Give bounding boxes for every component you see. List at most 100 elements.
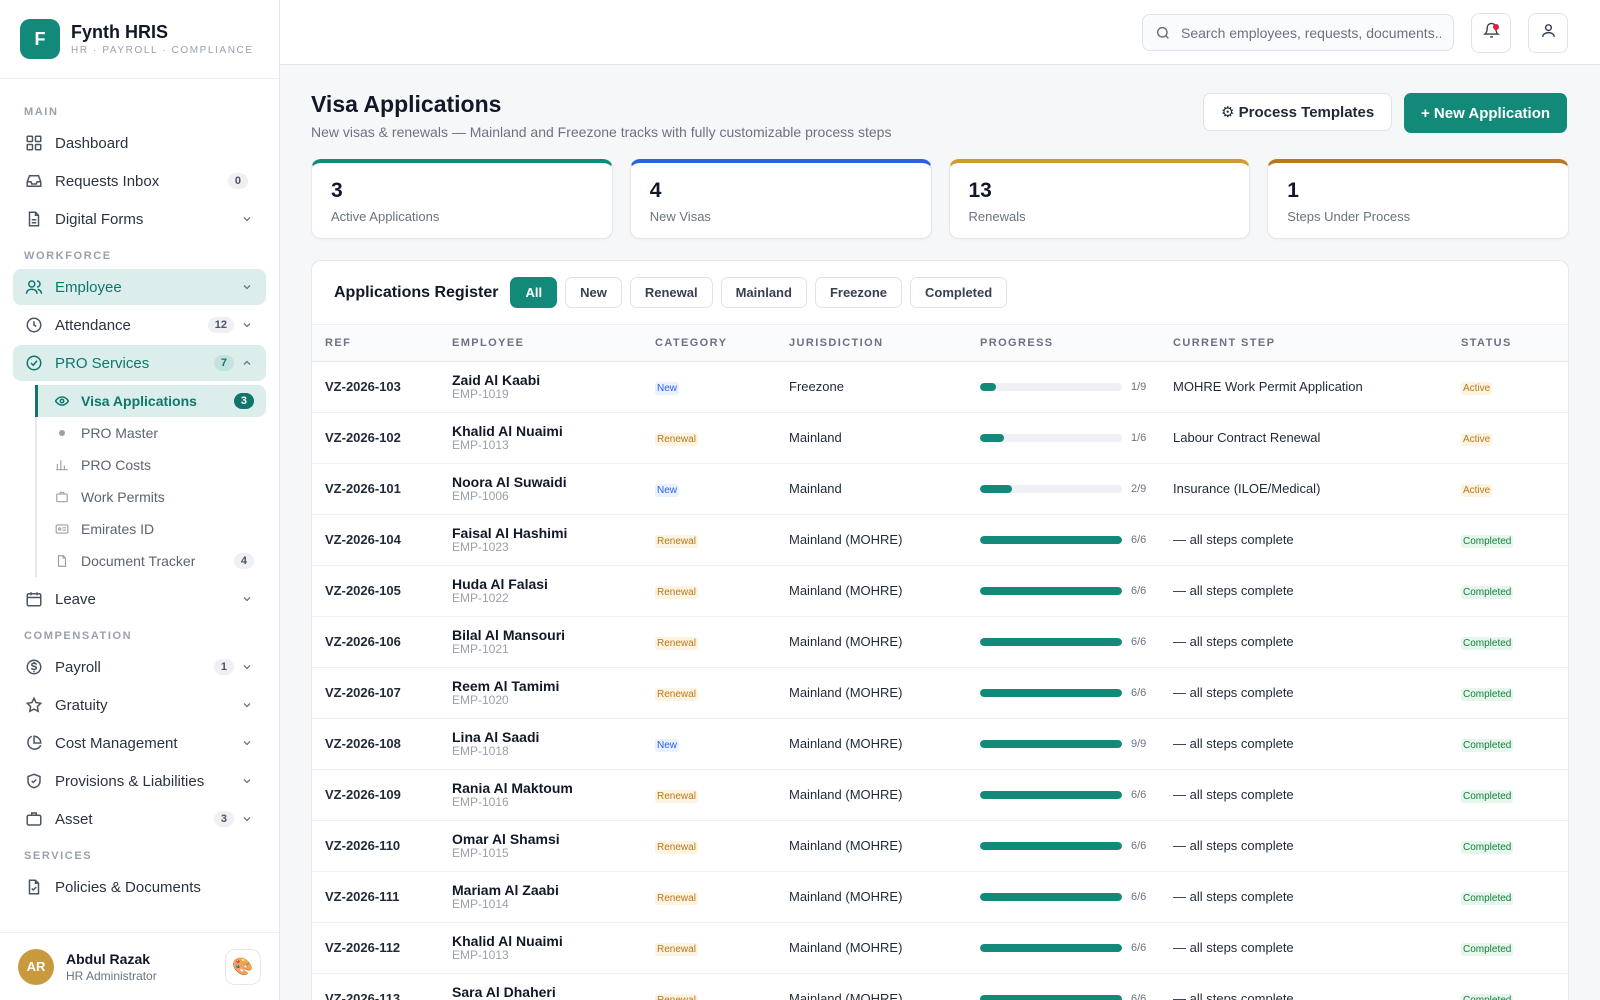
sidebar-item-cost-management[interactable]: Cost Management [13,725,266,761]
sidebar-item-requests-inbox[interactable]: Requests Inbox 0 [13,163,266,199]
table-row[interactable]: VZ-2026-110 Omar Al Shamsi EMP-1015 Renewal… [312,820,1568,872]
sidebar-subitem-pro-master[interactable]: PRO Master [37,417,266,449]
progress-fill [980,586,1122,595]
profile-button[interactable] [1528,13,1568,53]
brand[interactable]: F Fynth HRIS HR · PAYROLL · COMPLIANCE [0,0,279,79]
employee-name[interactable]: Bilal Al Mansouri [452,627,655,643]
status-badge: Active [1461,382,1493,395]
subitem-label: Document Tracker [81,553,196,569]
table-row[interactable]: VZ-2026-105 Huda Al Falasi EMP-1022 Renewal… [312,565,1568,617]
process-templates-button[interactable]: ⚙ Process Templates [1203,93,1393,131]
sidebar-item-digital-forms[interactable]: Digital Forms [13,201,266,237]
sidebar-nav: MAIN Dashboard Requests Inbox 0 Digital … [0,79,279,905]
col-ref[interactable]: REF [312,325,452,362]
table-row[interactable]: VZ-2026-107 Reem Al Tamimi EMP-1020 Renewal… [312,667,1568,719]
employee-id: EMP-1015 [452,845,509,860]
sidebar-item-policies-documents[interactable]: Policies & Documents [13,869,266,905]
col-employee[interactable]: EMPLOYEE [452,325,655,362]
stat-label: Steps Under Process [1287,209,1411,224]
employee-name[interactable]: Lina Al Saadi [452,729,655,745]
sidebar-subitem-document-tracker[interactable]: Document Tracker 4 [37,545,266,577]
sidebar-subitem-emirates-id[interactable]: Emirates ID [37,513,266,545]
table-row[interactable]: VZ-2026-109 Rania Al Maktoum EMP-1016 Renew… [312,769,1568,821]
filter-all[interactable]: All [510,277,558,308]
chevron-up-icon [240,356,254,370]
sidebar-item-payroll[interactable]: Payroll 1 [13,649,266,685]
cell-status: Completed [1461,922,1568,974]
page-title: Visa Applications [311,91,502,117]
employee-name[interactable]: Noora Al Suwaidi [452,474,655,490]
employee-name[interactable]: Khalid Al Nuaimi [452,933,655,949]
cell-ref: VZ-2026-112 [312,922,452,974]
progress-fill [980,637,1122,646]
table-row[interactable]: VZ-2026-108 Lina Al Saadi EMP-1018 New Mainl… [312,718,1568,770]
pro-services-subnav: Visa Applications 3 PRO Master PRO Costs… [35,385,266,577]
sidebar-item-provisions-liabilities[interactable]: Provisions & Liabilities [13,763,266,799]
cell-current-step: — all steps complete [1173,820,1461,872]
table-row[interactable]: VZ-2026-101 Noora Al Suwaidi EMP-1006 New Ma… [312,463,1568,515]
progress-text: 6/6 [1131,788,1147,801]
table-row[interactable]: VZ-2026-113Sara Al DhaheriEMP-1012Renewa… [312,973,1568,1000]
employee-name[interactable]: Sara Al Dhaheri [452,984,655,1000]
cell-category: Renewal [655,667,789,719]
table-header-row: REF EMPLOYEE CATEGORY JURISDICTION PROGR… [312,325,1568,362]
cell-category: Renewal [655,412,789,464]
user-profile-bar[interactable]: AR Abdul Razak HR Administrator 🎨 [0,932,279,1000]
table-row[interactable]: VZ-2026-103 Zaid Al Kaabi EMP-1019 New Freez… [312,361,1568,413]
employee-name[interactable]: Omar Al Shamsi [452,831,655,847]
search-box[interactable] [1142,14,1454,51]
filter-renewal[interactable]: Renewal [629,277,713,308]
cell-employee: Khalid Al Nuaimi EMP-1013 [452,412,655,464]
progress-text: 6/6 [1131,584,1147,597]
sidebar-item-dashboard[interactable]: Dashboard [13,125,266,161]
employee-name[interactable]: Reem Al Tamimi [452,678,655,694]
palette-icon[interactable]: 🎨 [225,948,261,985]
filter-freezone[interactable]: Freezone [814,277,903,308]
cell-status: Active [1461,361,1568,413]
filter-completed[interactable]: Completed [910,277,1008,308]
table-row[interactable]: VZ-2026-104 Faisal Al Hashimi EMP-1023 Rene… [312,514,1568,566]
stat-value: 3 [331,179,343,202]
sidebar-item-label: Requests Inbox [55,172,160,190]
sidebar-item-asset[interactable]: Asset 3 [13,801,266,837]
chevron-down-icon [240,592,254,606]
progress-fill [980,892,1122,901]
sidebar-item-employee[interactable]: Employee [13,269,266,305]
brand-name: Fynth HRIS [71,22,168,42]
sidebar-subitem-visa-applications[interactable]: Visa Applications 3 [35,385,266,417]
table-row[interactable]: VZ-2026-112 Khalid Al Nuaimi EMP-1013 Renew… [312,922,1568,974]
cell-jurisdiction: Mainland (MOHRE) [789,565,980,617]
status-badge: Completed [1461,586,1514,599]
employee-name[interactable]: Faisal Al Hashimi [452,525,655,541]
filter-new[interactable]: New [565,277,622,308]
search-icon [1155,25,1171,41]
col-status[interactable]: STATUS [1461,325,1568,362]
col-progress[interactable]: PROGRESS [980,325,1173,362]
notifications-button[interactable] [1471,13,1511,53]
sidebar-item-pro-services[interactable]: PRO Services 7 [13,345,266,381]
new-application-button[interactable]: + New Application [1404,93,1568,133]
employee-name[interactable]: Zaid Al Kaabi [452,372,655,388]
sidebar-item-label: Gratuity [55,696,108,714]
employee-name[interactable]: Mariam Al Zaabi [452,882,655,898]
employee-name[interactable]: Huda Al Falasi [452,576,655,592]
col-category[interactable]: CATEGORY [655,325,789,362]
sidebar-item-attendance[interactable]: Attendance 12 [13,307,266,343]
table-row[interactable]: VZ-2026-111 Mariam Al Zaabi EMP-1014 Renewa… [312,871,1568,923]
category-badge: Renewal [655,943,698,956]
chevron-down-icon [240,812,254,826]
sidebar-item-leave[interactable]: Leave [13,581,266,617]
table-row[interactable]: VZ-2026-106 Bilal Al Mansouri EMP-1021 Rene… [312,616,1568,668]
filter-mainland[interactable]: Mainland [720,277,807,308]
sidebar-subitem-work-permits[interactable]: Work Permits [37,481,266,513]
table-row[interactable]: VZ-2026-102 Khalid Al Nuaimi EMP-1013 Renew… [312,412,1568,464]
col-jurisdiction[interactable]: JURISDICTION [789,325,980,362]
employee-name[interactable]: Rania Al Maktoum [452,780,655,796]
employee-name[interactable]: Khalid Al Nuaimi [452,423,655,439]
sidebar-item-gratuity[interactable]: Gratuity [13,687,266,723]
cell-employee: Mariam Al Zaabi EMP-1014 [452,871,655,923]
sidebar-subitem-pro-costs[interactable]: PRO Costs [37,449,266,481]
chevron-down-icon [240,318,254,332]
col-current-step[interactable]: CURRENT STEP [1173,325,1461,362]
search-input[interactable] [1181,24,1441,41]
